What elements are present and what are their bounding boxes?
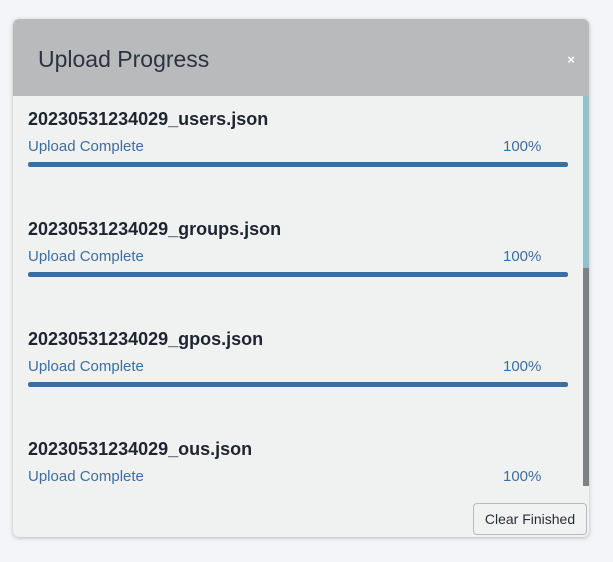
upload-percent: 100%: [503, 138, 542, 155]
file-name: 20230531234029_users.json: [28, 109, 269, 129]
list-item: 20230531234029_users.json Upload Complet…: [28, 96, 568, 186]
list-item: 20230531234029_gpos.json Upload Complete…: [28, 316, 568, 406]
upload-percent: 100%: [503, 248, 542, 265]
list-item: 20230531234029_ous.json Upload Complete …: [28, 426, 568, 486]
file-name: 20230531234029_groups.json: [28, 219, 282, 239]
progress-bar: [28, 272, 568, 277]
close-icon[interactable]: ×: [567, 52, 575, 68]
upload-progress-modal: Upload Progress × 20230531234029_users.j…: [13, 19, 589, 537]
upload-status: Upload Complete: [28, 468, 144, 485]
file-name: 20230531234029_ous.json: [28, 439, 253, 459]
upload-status: Upload Complete: [28, 248, 144, 265]
progress-fill: [28, 162, 568, 167]
file-name: 20230531234029_gpos.json: [28, 329, 264, 349]
modal-header: Upload Progress ×: [13, 19, 589, 96]
upload-status: Upload Complete: [28, 138, 144, 155]
modal-title: Upload Progress: [38, 46, 210, 72]
clear-finished-button[interactable]: Clear Finished: [473, 503, 587, 535]
progress-fill: [28, 382, 568, 387]
scrollbar-thumb[interactable]: [583, 96, 589, 268]
upload-status: Upload Complete: [28, 358, 144, 375]
progress-fill: [28, 272, 568, 277]
progress-bar: [28, 382, 568, 387]
upload-list[interactable]: 20230531234029_users.json Upload Complet…: [13, 96, 589, 486]
scrollbar-track[interactable]: [583, 96, 589, 486]
upload-percent: 100%: [503, 358, 542, 375]
upload-percent: 100%: [503, 468, 542, 485]
progress-bar: [28, 162, 568, 167]
list-item: 20230531234029_groups.json Upload Comple…: [28, 206, 568, 296]
